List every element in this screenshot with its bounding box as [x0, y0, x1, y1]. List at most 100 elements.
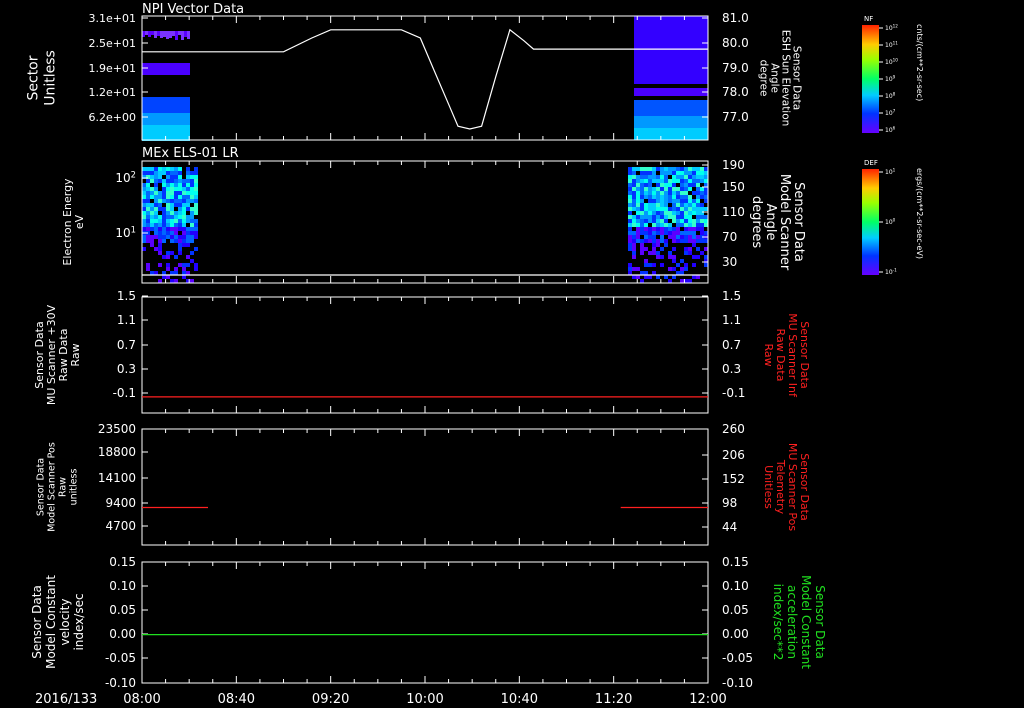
els-spec-cell: [676, 231, 680, 235]
vel-right-axis-label: Sensor DataModel Constantaccelerationind…: [771, 575, 827, 669]
els-spec-cell: [672, 211, 676, 215]
els-spec-cell: [660, 239, 664, 243]
els-spec-cell: [672, 199, 676, 203]
els-spec-cell: [680, 183, 684, 187]
els-spec-cell: [190, 227, 194, 231]
els-spec-cell: [162, 207, 166, 211]
els-spec-cell: [632, 175, 636, 179]
els-spec-cell: [162, 171, 166, 175]
els-spec-cell: [660, 199, 664, 203]
els-spec-cell: [704, 171, 708, 175]
els-spec-cell: [664, 239, 668, 243]
els-spec-cell: [680, 187, 684, 191]
els-spec-cell: [664, 175, 668, 179]
els-spec-cell: [178, 223, 182, 227]
els-spec-cell: [190, 219, 194, 223]
els-spec-cell: [692, 263, 696, 267]
els-spec-cell: [194, 171, 198, 175]
npi-spec-cell: [142, 97, 190, 101]
els-spec-cell: [700, 231, 704, 235]
els-spec-cell: [684, 199, 688, 203]
els-spec-cell: [632, 167, 636, 171]
npi-spec-cell: [634, 88, 708, 92]
els-spec-cell: [182, 239, 186, 243]
els-spec-cell: [190, 279, 194, 283]
els-spec-cell: [146, 195, 150, 199]
els-spec-cell: [178, 239, 182, 243]
els-spec-cell: [672, 267, 676, 271]
date-label: 2016/133: [35, 692, 97, 707]
els-spec-cell: [700, 195, 704, 199]
els-spec-cell: [142, 183, 146, 187]
els-spec-cell: [628, 179, 632, 183]
els-spec-cell: [696, 235, 700, 239]
els-spec-cell: [680, 175, 684, 179]
els-spec-cell: [186, 255, 190, 259]
els-spec-cell: [158, 171, 162, 175]
npi-spec-cell: [178, 31, 181, 35]
els-spec-cell: [142, 223, 146, 227]
npi-spec-cell: [142, 113, 190, 117]
els-spec-cell: [182, 191, 186, 195]
els-spec-cell: [142, 171, 146, 175]
els-spec-cell: [178, 207, 182, 211]
els-spec-cell: [672, 191, 676, 195]
els-spec-cell: [704, 219, 708, 223]
els-spec-cell: [688, 203, 692, 207]
els-spec-cell: [628, 223, 632, 227]
els-spec-cell: [672, 247, 676, 251]
npi-spec-cell: [634, 132, 708, 136]
els-spec-cell: [644, 227, 648, 231]
els-spec-cell: [684, 179, 688, 183]
npi-spec-cell: [172, 31, 175, 36]
els-spec-cell: [660, 263, 664, 267]
colorbar-tick-label: 1010: [885, 58, 898, 66]
els-spec-cell: [692, 167, 696, 171]
npi-spec-cell: [634, 108, 708, 112]
els-spec-cell: [632, 231, 636, 235]
els-spec-cell: [158, 231, 162, 235]
els-spec-cell: [158, 251, 162, 255]
els-spec-cell: [668, 167, 672, 171]
npi-spec-cell: [634, 104, 708, 108]
npi-spec-cell: [166, 31, 169, 39]
els-spec-cell: [688, 231, 692, 235]
els-spec-cell: [648, 187, 652, 191]
els-spec-cell: [178, 191, 182, 195]
scanner-pos-axes: 23500 18800 14100 9400 4700 260 206 152 98 44: [98, 422, 745, 546]
els-spec-cell: [636, 203, 640, 207]
els-spec-cell: [656, 207, 660, 211]
els-spec-cell: [194, 203, 198, 207]
els-spec-cell: [170, 223, 174, 227]
els-spec-cell: [648, 211, 652, 215]
scan_pos-right-tick-label: 152: [722, 472, 745, 486]
els-spec-cell: [162, 191, 166, 195]
els-spec-cell: [696, 215, 700, 219]
nf-colorbar-scale: [862, 25, 879, 133]
els-spec-cell: [692, 255, 696, 259]
els-spec-cell: [680, 215, 684, 219]
els-spec-cell: [166, 195, 170, 199]
els-spec-cell: [186, 171, 190, 175]
els-spec-cell: [672, 187, 676, 191]
els-spec-cell: [170, 195, 174, 199]
els-spec-cell: [704, 239, 708, 243]
els-spec-cell: [692, 223, 696, 227]
velocity-axes: 0.15 0.10 0.05 0.00 -0.05 -0.10 0.15 0.10 0.05 0.…: [105, 555, 753, 690]
els-spec-cell: [656, 219, 660, 223]
els-spec-cell: [688, 175, 692, 179]
npi-spec-cell: [154, 31, 157, 38]
els-spec-cell: [672, 171, 676, 175]
time-tick-label: 11:20: [595, 692, 632, 707]
els-spec-cell: [676, 167, 680, 171]
els-spec-cell: [648, 251, 652, 255]
els-spec-cell: [170, 203, 174, 207]
els-spec-cell: [178, 219, 182, 223]
els-spec-cell: [692, 207, 696, 211]
els-spec-cell: [700, 179, 704, 183]
els-spec-cell: [190, 215, 194, 219]
els-spec-cell: [656, 199, 660, 203]
els-spec-cell: [644, 223, 648, 227]
els-spec-cell: [162, 255, 166, 259]
els-spec-cell: [162, 223, 166, 227]
